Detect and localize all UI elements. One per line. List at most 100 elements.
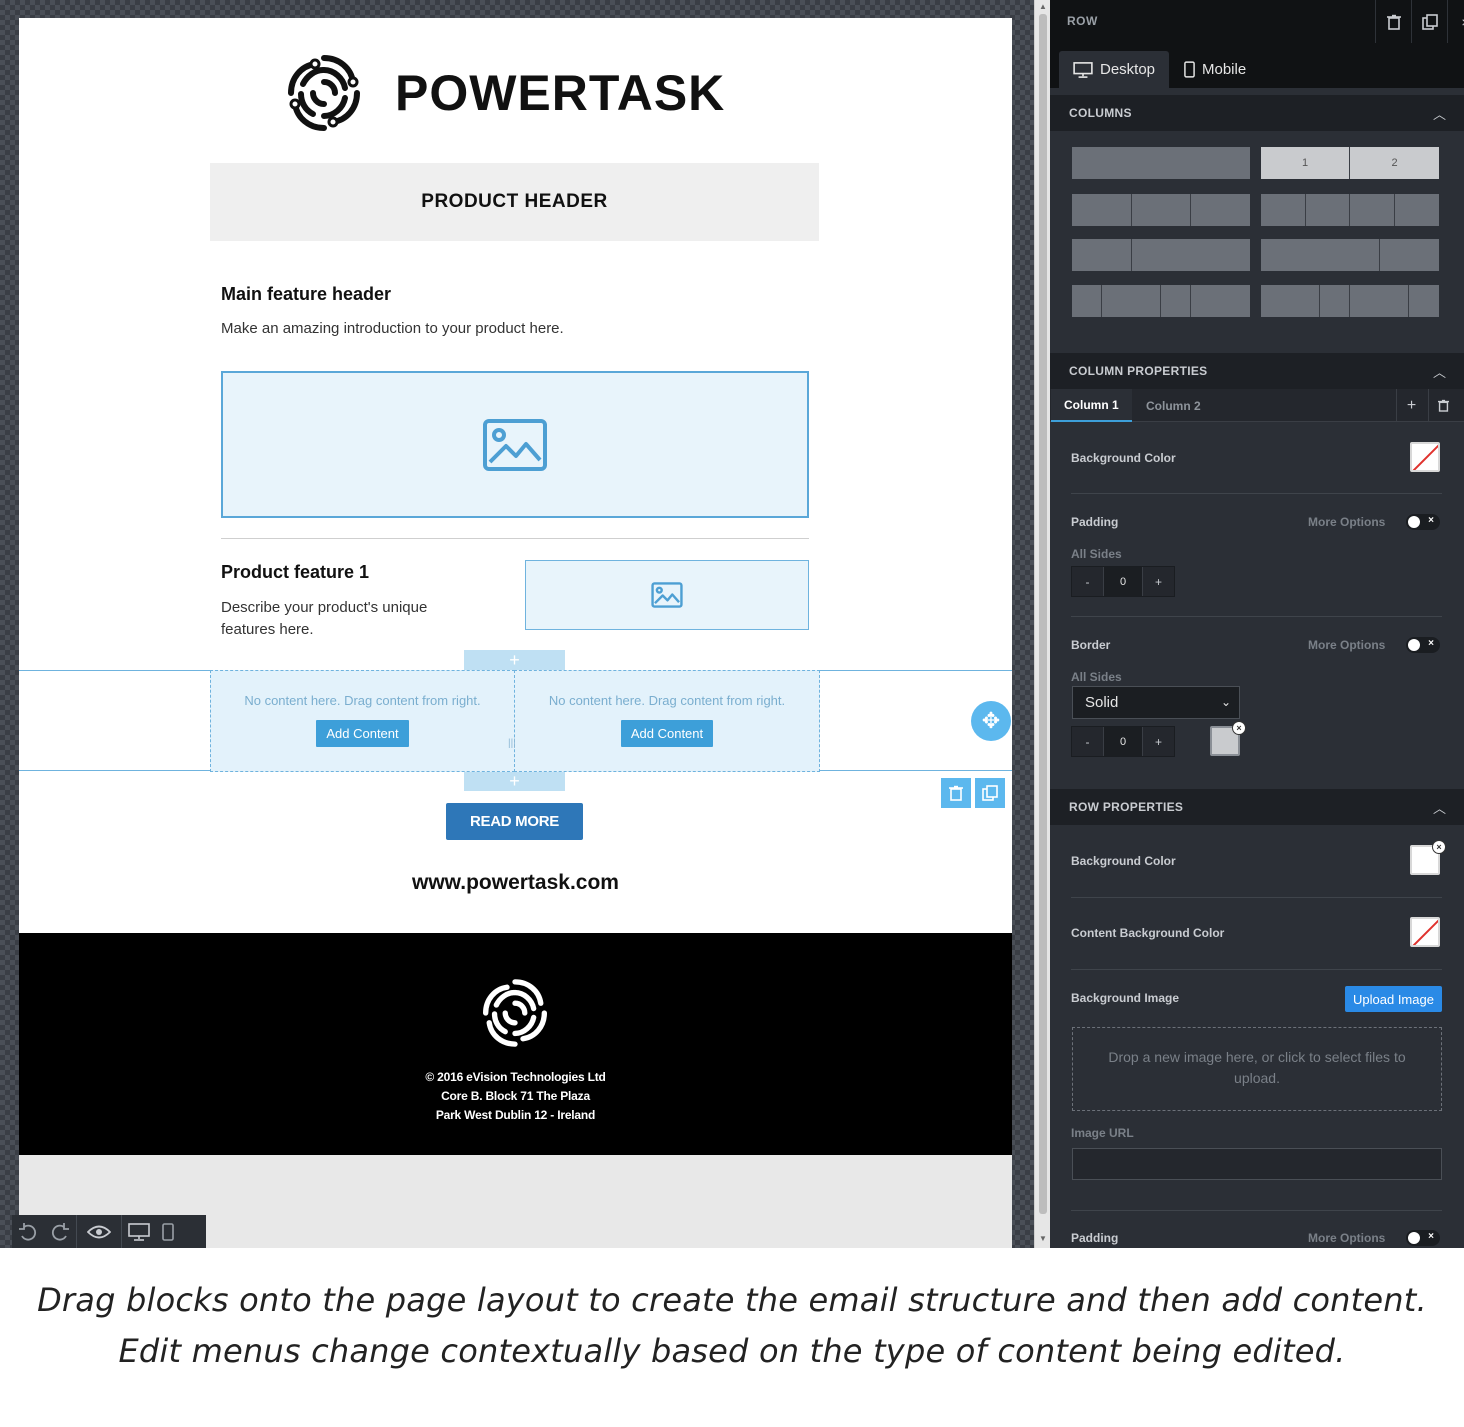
empty-column-message: No content here. Drag content from right… (244, 693, 481, 708)
email-template: POWERTASK PRODUCT HEADER Main feature he… (19, 18, 1012, 1248)
column-tabs: Column 1 Column 2 + (1050, 389, 1464, 422)
clear-color-icon[interactable]: × (1232, 721, 1246, 735)
row-padding-more-options-toggle[interactable]: × (1406, 1230, 1440, 1246)
col-border-label: Border (1071, 638, 1111, 652)
image-placeholder-large[interactable] (221, 371, 809, 518)
redo-icon[interactable] (44, 1215, 76, 1248)
col-border-stepper[interactable]: - 0 + (1071, 726, 1175, 757)
layout-2-1-col[interactable] (1261, 239, 1439, 271)
duplicate-icon[interactable] (1411, 0, 1447, 43)
image-icon (651, 582, 683, 608)
decrement-button[interactable]: - (1072, 567, 1103, 596)
layout-3-col[interactable] (1072, 194, 1250, 226)
increment-button[interactable]: + (1143, 567, 1174, 596)
duplicate-row-icon[interactable] (975, 778, 1005, 808)
column-1-dropzone[interactable]: No content here. Drag content from right… (210, 670, 515, 772)
layout-mixed-a[interactable] (1072, 285, 1250, 317)
col-background-color-swatch[interactable] (1410, 442, 1440, 472)
col-border-more-options-label: More Options (1308, 638, 1386, 652)
divider (1071, 1210, 1442, 1211)
product-feature-description[interactable]: Describe your product's unique features … (221, 597, 481, 641)
divider (1071, 493, 1442, 494)
col-padding-value[interactable]: 0 (1103, 567, 1143, 596)
email-footer[interactable]: © 2016 eVision Technologies Ltd Core B. … (19, 933, 1012, 1155)
column-properties-header[interactable]: COLUMN PROPERTIES ︿ (1050, 353, 1464, 389)
increment-button[interactable]: + (1143, 727, 1174, 756)
canvas-toolbar (12, 1215, 206, 1248)
tab-mobile[interactable]: Mobile (1170, 51, 1260, 88)
add-row-above-icon[interactable]: + (464, 650, 565, 670)
editor-canvas: POWERTASK PRODUCT HEADER Main feature he… (0, 0, 1034, 1248)
border-style-value: Solid (1085, 694, 1119, 711)
col-border-more-options-toggle[interactable]: × (1406, 637, 1440, 653)
brand-name: POWERTASK (395, 65, 726, 121)
layout-1-col[interactable] (1072, 147, 1250, 179)
upload-image-button[interactable]: Upload Image (1345, 986, 1442, 1012)
add-row-below-icon[interactable]: + (464, 771, 565, 791)
chevron-up-icon: ︿ (1432, 365, 1446, 380)
tab-desktop[interactable]: Desktop (1059, 51, 1170, 88)
mobile-view-icon[interactable] (156, 1215, 180, 1248)
close-panel-icon[interactable]: × (1447, 0, 1464, 43)
image-icon (483, 418, 547, 471)
border-style-select[interactable]: Solid ⌄ (1072, 686, 1240, 719)
footer-address-line-1: Core B. Block 71 The Plaza (441, 1089, 590, 1103)
column-resize-handle[interactable]: ||| (508, 738, 516, 749)
scroll-up-icon[interactable]: ▲ (1035, 2, 1051, 11)
clear-color-icon[interactable]: × (1432, 840, 1446, 854)
tab-mobile-label: Mobile (1202, 61, 1247, 78)
undo-icon[interactable] (12, 1215, 44, 1248)
content-background-color-swatch[interactable] (1410, 917, 1440, 947)
desktop-view-icon[interactable] (122, 1215, 156, 1248)
decrement-button[interactable]: - (1072, 727, 1103, 756)
delete-column-icon[interactable] (1428, 389, 1458, 422)
layout-4-col[interactable] (1261, 194, 1439, 226)
canvas-scrollbar[interactable]: ▲ ▼ (1034, 0, 1050, 1248)
product-feature-title[interactable]: Product feature 1 (221, 562, 369, 583)
content-background-color-label: Content Background Color (1071, 926, 1225, 940)
product-header-block[interactable]: PRODUCT HEADER (210, 163, 819, 241)
image-placeholder-small[interactable] (525, 560, 809, 630)
column-2-dropzone[interactable]: No content here. Drag content from right… (514, 670, 820, 772)
scrollbar-thumb[interactable] (1039, 14, 1047, 1214)
scroll-down-icon[interactable]: ▼ (1035, 1234, 1051, 1243)
row-properties-header[interactable]: ROW PROPERTIES ︿ (1050, 789, 1464, 825)
main-feature-description[interactable]: Make an amazing introduction to your pro… (221, 320, 564, 337)
image-dropzone[interactable]: Drop a new image here, or click to selec… (1072, 1027, 1442, 1111)
preview-eye-icon[interactable] (77, 1215, 121, 1248)
col-padding-more-options-toggle[interactable]: × (1406, 514, 1440, 530)
delete-icon[interactable] (1375, 0, 1411, 43)
tab-column-2[interactable]: Column 2 (1133, 389, 1214, 422)
website-link[interactable]: www.powertask.com (19, 871, 1012, 895)
col-border-all-sides-label: All Sides (1071, 670, 1122, 684)
properties-panel: ROW × Desktop Mobile COLUMNS ︿ (1050, 0, 1464, 1248)
move-row-icon[interactable]: ✥ (971, 701, 1011, 741)
col-border-value[interactable]: 0 (1103, 727, 1143, 756)
panel-header: ROW × (1050, 0, 1464, 43)
row-padding-more-options-label: More Options (1308, 1231, 1386, 1245)
add-content-button-col2[interactable]: Add Content (620, 720, 714, 747)
col-padding-stepper[interactable]: - 0 + (1071, 566, 1175, 597)
delete-row-icon[interactable] (941, 778, 971, 808)
layout-mixed-b[interactable] (1261, 285, 1439, 317)
columns-section-header[interactable]: COLUMNS ︿ (1050, 95, 1464, 131)
read-more-button[interactable]: READ MORE (446, 803, 583, 840)
chevron-up-icon: ︿ (1432, 801, 1446, 816)
layout-1-2-col[interactable] (1072, 239, 1250, 271)
main-feature-header[interactable]: Main feature header (221, 284, 391, 305)
layout-col-2-label: 2 (1350, 147, 1439, 179)
image-url-input[interactable] (1072, 1148, 1442, 1180)
col-padding-more-options-label: More Options (1308, 515, 1386, 529)
tab-column-1[interactable]: Column 1 (1051, 389, 1132, 422)
brand-logo: POWERTASK (279, 48, 725, 138)
chevron-down-icon: ⌄ (1220, 695, 1231, 709)
image-url-label: Image URL (1071, 1126, 1134, 1140)
layout-2-col-selected[interactable]: 1 2 (1261, 147, 1439, 179)
add-content-button-col1[interactable]: Add Content (316, 720, 409, 747)
column-properties-title: COLUMN PROPERTIES (1069, 364, 1208, 378)
add-column-icon[interactable]: + (1396, 389, 1426, 422)
divider (1071, 969, 1442, 970)
col-background-color-label: Background Color (1071, 451, 1176, 465)
tab-desktop-label: Desktop (1100, 61, 1156, 78)
device-tabs: Desktop Mobile (1050, 43, 1464, 88)
